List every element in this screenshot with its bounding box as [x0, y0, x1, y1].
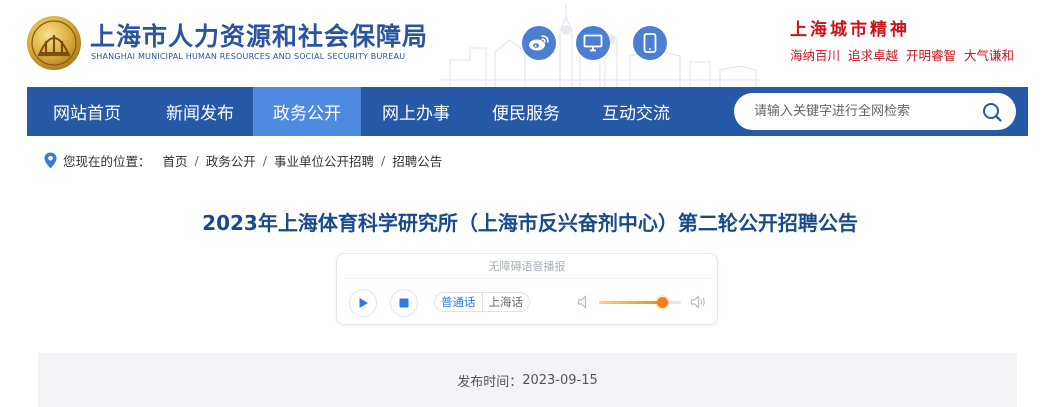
stop-button[interactable] — [390, 289, 418, 317]
pc-version-button[interactable] — [576, 26, 610, 60]
computer-icon — [583, 34, 603, 52]
site-title-english: SHANGHAI MUNICIPAL HUMAN RESOURCES AND S… — [91, 52, 406, 61]
article-title: 2023年上海体育科学研究所（上海市反兴奋剂中心）第二轮公开招聘公告 — [202, 211, 858, 235]
breadcrumb-separator: / — [194, 152, 199, 168]
publish-info-bar: 发布时间： 2023-09-15 — [38, 353, 1017, 407]
nav-item-convenience-services[interactable]: 便民服务 — [471, 87, 581, 136]
breadcrumb-separator: / — [381, 152, 386, 168]
nav-item-news[interactable]: 新闻发布 — [147, 87, 253, 136]
search-input[interactable] — [754, 104, 974, 119]
bureau-logo-icon — [27, 16, 81, 70]
volume-fill — [599, 301, 663, 304]
volume-knob[interactable] — [657, 297, 669, 308]
audio-player: 无障碍语音播报 普通话 上海话 — [336, 253, 718, 325]
city-spirit-word: 追求卓越 — [848, 48, 899, 63]
player-title: 无障碍语音播报 — [488, 260, 566, 273]
site-title: 上海市人力资源和社会保障局 — [90, 22, 429, 51]
weibo-icon — [529, 35, 549, 51]
dialect-switch: 普通话 上海话 — [434, 292, 530, 312]
city-spirit-word: 大气谦和 — [964, 48, 1015, 63]
search-icon[interactable] — [982, 102, 1002, 122]
player-divider — [343, 278, 711, 279]
breadcrumb-separator: / — [262, 152, 267, 168]
volume-low-icon[interactable] — [577, 295, 591, 309]
nav-item-interaction[interactable]: 互动交流 — [581, 87, 691, 136]
breadcrumb-government-affairs[interactable]: 政务公开 — [206, 151, 256, 170]
stop-icon — [399, 298, 409, 308]
site-header: 上海市人力资源和社会保障局 SHANGHAI MUNICIPAL HUMAN R… — [0, 0, 1060, 87]
publish-date: 2023-09-15 — [522, 372, 598, 388]
city-spirit-word: 开明睿智 — [906, 48, 957, 63]
mobile-version-button[interactable] — [633, 26, 667, 60]
volume-slider[interactable] — [599, 297, 681, 308]
main-nav: 网站首页 新闻发布 政务公开 网上办事 便民服务 互动交流 — [27, 87, 1028, 136]
weibo-button[interactable] — [522, 26, 556, 60]
volume-high-icon[interactable] — [690, 295, 706, 309]
dialect-shanghainese[interactable]: 上海话 — [481, 293, 530, 311]
breadcrumb-public-recruitment[interactable]: 事业单位公开招聘 — [274, 151, 374, 170]
city-spirit-title: 上海城市精神 — [790, 20, 910, 40]
breadcrumb-label: 您现在的位置： — [63, 153, 151, 169]
location-pin-icon — [44, 152, 57, 168]
breadcrumb-home[interactable]: 首页 — [163, 151, 188, 170]
mobile-icon — [643, 33, 657, 53]
nav-item-government-affairs[interactable]: 政务公开 — [253, 87, 361, 136]
city-spirit-words: 海纳百川 追求卓越 开明睿智 大气谦和 — [790, 45, 1014, 64]
breadcrumb-recruitment-notice[interactable]: 招聘公告 — [392, 151, 442, 170]
breadcrumb: 您现在的位置： 首页 / 政务公开 / 事业单位公开招聘 / 招聘公告 — [44, 150, 442, 170]
play-icon — [359, 298, 368, 308]
dialect-mandarin[interactable]: 普通话 — [435, 293, 482, 311]
nav-item-online-services[interactable]: 网上办事 — [361, 87, 471, 136]
play-button[interactable] — [349, 289, 377, 317]
publish-time-label: 发布时间： — [457, 374, 523, 390]
city-spirit-word: 海纳百川 — [790, 48, 841, 63]
nav-item-home[interactable]: 网站首页 — [27, 87, 147, 136]
search-box — [734, 93, 1016, 130]
